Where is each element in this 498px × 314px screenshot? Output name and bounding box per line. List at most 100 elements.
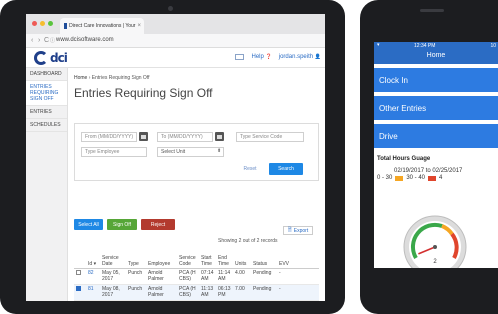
phone-screen: ▾ 12:34 PM 10 Home Clock In Other Entrie… <box>374 42 498 268</box>
browser-tab-strip: Direct Care Innovations | Your × <box>26 14 325 34</box>
sidebar-item-entries[interactable]: ENTRIES <box>26 106 67 119</box>
main-content: Home › Entries Requiring Sign Off Entrie… <box>68 68 325 301</box>
logo-mark <box>34 51 48 65</box>
header-actions: Help ❓ jordan.speith 👤 <box>235 54 321 60</box>
legend-swatch <box>428 175 437 181</box>
status-cell: Pending <box>251 284 277 301</box>
browser-address-bar: ‹ › C ⓘ www.dcisoftware.com <box>26 34 325 48</box>
export-icon: 🗎 <box>287 226 292 233</box>
window-controls <box>32 21 53 26</box>
unit-select-value: Select Unit <box>161 149 186 155</box>
chevron-down-icon: ⬍ <box>217 148 222 154</box>
battery-level: 10 <box>490 43 496 49</box>
from-date-input[interactable]: From (MM/DD/YYYY) <box>81 132 137 142</box>
column-header-start-time[interactable]: Start Time <box>199 246 216 269</box>
export-button[interactable]: 🗎 Export <box>283 226 313 235</box>
browser-tab[interactable]: Direct Care Innovations | Your × <box>60 18 144 34</box>
legend-label: 0 - 30 <box>377 175 393 181</box>
row-checkbox[interactable] <box>76 269 81 275</box>
user-menu[interactable]: jordan.speith 👤 <box>279 54 321 60</box>
table-header-row: Id ▾ Service Date Type Employee Service … <box>74 246 319 269</box>
reset-button[interactable]: Reset <box>236 163 264 175</box>
column-header-type[interactable]: Type <box>126 246 146 269</box>
breadcrumb-separator: › <box>88 75 91 81</box>
dci-logo[interactable]: dci <box>34 51 92 65</box>
user-icon: 👤 <box>314 54 321 60</box>
wifi-icon: ▾ <box>377 42 380 48</box>
breadcrumb-current: Entries Requiring Sign Off <box>91 75 150 81</box>
end-time-cell: 11:14 AM <box>216 268 233 285</box>
service-code-cell: PCA (H CBS) <box>177 268 199 285</box>
column-header-evv[interactable]: EVV <box>277 246 319 269</box>
row-checkbox[interactable] <box>76 285 81 291</box>
service-code-input[interactable]: Type Service Code <box>236 132 304 142</box>
breadcrumb-home[interactable]: Home <box>74 75 87 81</box>
table-row[interactable]: 82 May 05, 2017 Punch Arnold Palmer PCA … <box>74 268 319 285</box>
row-select-cell <box>74 268 86 285</box>
help-link[interactable]: Help ❓ <box>251 54 271 60</box>
select-column-header <box>74 246 86 269</box>
envelope-icon[interactable] <box>235 54 245 60</box>
employee-input[interactable]: Type Employee <box>81 147 147 157</box>
reload-icon[interactable]: C <box>44 37 49 44</box>
sidebar-item-dashboard[interactable]: DASHBOARD <box>26 68 67 81</box>
close-tab-icon[interactable]: × <box>137 23 141 29</box>
reject-button[interactable]: Reject <box>141 219 175 230</box>
gauge-title: Total Hours Guage <box>377 156 431 162</box>
entry-id-link[interactable]: 81 <box>86 284 100 301</box>
url-field[interactable]: www.dcisoftware.com <box>56 37 114 43</box>
start-time-cell: 11:13 AM <box>199 284 216 301</box>
entries-table: Id ▾ Service Date Type Employee Service … <box>74 246 319 301</box>
sidebar-item-entries-requiring-sign-off[interactable]: ENTRIES REQUIRING SIGN OFF <box>26 81 67 106</box>
gauge-legend: 0 - 30 30 - 40 4 <box>377 175 498 181</box>
back-icon[interactable]: ‹ <box>31 37 33 44</box>
column-header-end-time[interactable]: End Time <box>216 246 233 269</box>
forward-icon[interactable]: › <box>38 37 40 44</box>
column-header-employee[interactable]: Employee <box>146 246 177 269</box>
tablet-screen: Direct Care Innovations | Your × ‹ › C ⓘ… <box>26 14 325 301</box>
column-header-service-date[interactable]: Service Date <box>100 246 126 269</box>
to-date-input[interactable]: To (MM/DD/YYYY) <box>157 132 213 142</box>
column-header-service-code[interactable]: Service Code <box>177 246 199 269</box>
unit-select[interactable]: Select Unit <box>157 147 224 157</box>
close-window-dot[interactable] <box>32 21 37 26</box>
end-time-cell: 06:13 PM <box>216 284 233 301</box>
employee-cell: Arnold Palmer <box>146 268 177 285</box>
drive-button[interactable]: Drive <box>374 124 498 148</box>
column-header-id[interactable]: Id ▾ <box>86 246 100 269</box>
calendar-icon[interactable] <box>215 132 224 141</box>
sort-icon: ▾ <box>93 260 97 267</box>
clock-in-button[interactable]: Clock In <box>374 68 498 92</box>
calendar-icon[interactable] <box>139 132 148 141</box>
gauge-hub <box>433 245 437 249</box>
employee-cell: Arnold Palmer <box>146 284 177 301</box>
service-date-cell: May 08, 2017 <box>100 284 126 301</box>
minimize-window-dot[interactable] <box>40 21 45 26</box>
sidebar-item-schedules[interactable]: SCHEDULES <box>26 119 67 132</box>
page-title: Entries Requiring Sign Off <box>74 86 213 100</box>
select-all-button[interactable]: Select All <box>74 219 103 230</box>
search-button[interactable]: Search <box>269 163 303 175</box>
tablet-camera <box>168 6 173 11</box>
type-cell: Punch <box>126 284 146 301</box>
column-header-units[interactable]: Units <box>233 246 251 269</box>
hours-gauge: 2 <box>403 215 467 268</box>
site-info-icon[interactable]: ⓘ <box>50 37 55 44</box>
table-row[interactable]: 81 May 08, 2017 Punch Arnold Palmer PCA … <box>74 284 319 301</box>
other-entries-button[interactable]: Other Entries <box>374 96 498 120</box>
maximize-window-dot[interactable] <box>48 21 53 26</box>
legend-swatch <box>395 175 404 181</box>
phone-speaker <box>420 9 444 12</box>
logo-text: dci <box>50 51 68 65</box>
column-header-status[interactable]: Status <box>251 246 277 269</box>
phone-device: ▾ 12:34 PM 10 Home Clock In Other Entrie… <box>360 0 498 314</box>
tab-title: Direct Care Innovations | Your <box>69 23 136 29</box>
sign-off-button[interactable]: Sign Off <box>107 219 137 230</box>
filter-panel: From (MM/DD/YYYY) To (MM/DD/YYYY) Type S… <box>74 123 319 181</box>
service-date-cell: May 05, 2017 <box>100 268 126 285</box>
entry-id-link[interactable]: 82 <box>86 268 100 285</box>
bulk-actions: Select All Sign Off Reject <box>74 219 175 230</box>
units-cell: 4.00 <box>233 268 251 285</box>
gauge-date-range: 02/19/2017 to 02/25/2017 <box>394 168 463 174</box>
type-cell: Punch <box>126 268 146 285</box>
